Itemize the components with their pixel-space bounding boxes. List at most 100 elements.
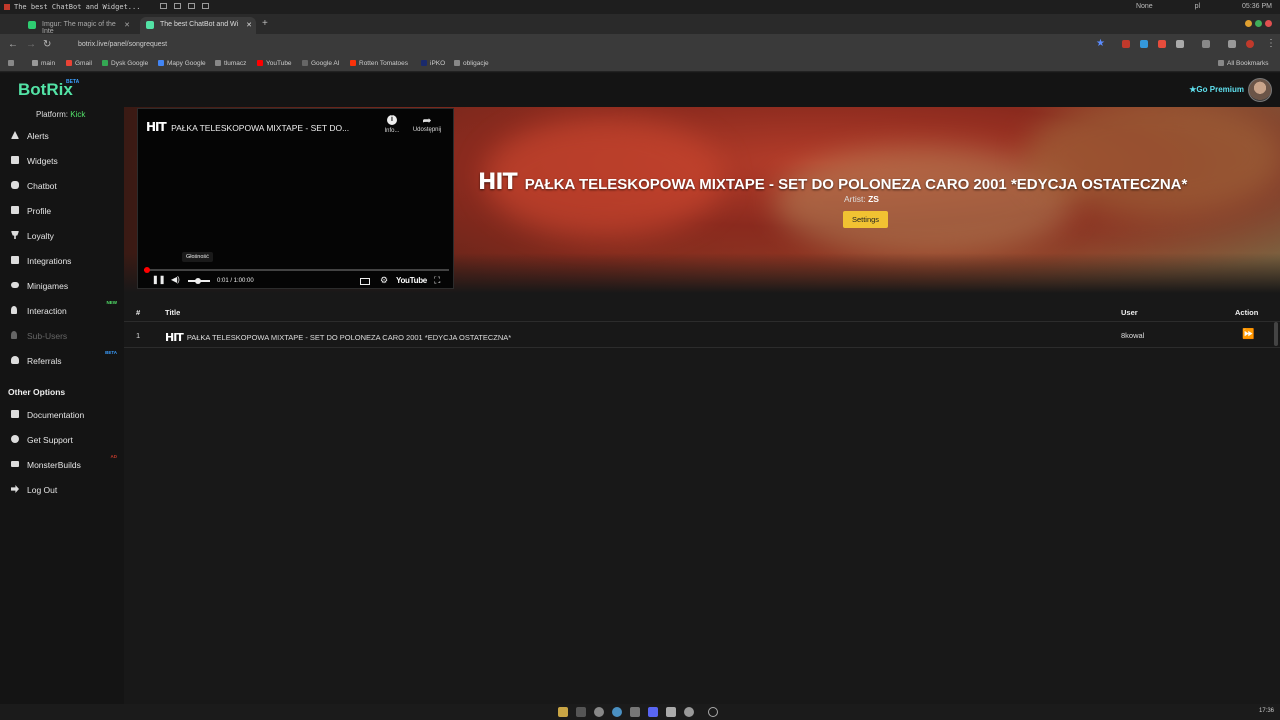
all-bookmarks[interactable]: All Bookmarks — [1218, 60, 1269, 67]
window-title: The best ChatBot and Widget... — [4, 3, 140, 11]
youtube-logo[interactable]: YouTube — [396, 276, 427, 285]
header-user: User — [1121, 308, 1138, 317]
apps-grid-icon[interactable] — [8, 60, 17, 67]
close-window-icon[interactable] — [1265, 20, 1272, 27]
new-tab-icon[interactable]: + — [262, 18, 268, 29]
table-row[interactable]: 1 HIT PAŁKA TELESKOPOWA MIXTAPE - SET DO … — [124, 322, 1280, 348]
translate-extension-icon[interactable] — [1140, 40, 1148, 48]
close-tab-icon[interactable]: ✕ — [246, 21, 252, 29]
tab-botrix[interactable]: The best ChatBot and Wi ✕ — [140, 17, 256, 34]
volume-icon[interactable]: ◀) — [171, 275, 180, 284]
player-info-button[interactable]: i Info... — [382, 115, 402, 134]
close-tab-icon[interactable]: ✕ — [124, 21, 130, 29]
extensions-puzzle-icon[interactable] — [1176, 40, 1184, 48]
sidebar-item-label: Get Support — [27, 435, 73, 445]
skip-forward-icon[interactable]: ⏩ — [1242, 329, 1254, 340]
bookmark-main[interactable]: main — [32, 60, 55, 67]
back-icon[interactable]: ← — [8, 39, 18, 50]
sidebar: Platform: Kick Alerts Widgets Chatbot Pr… — [0, 107, 124, 704]
browser-tab-strip: Imgur: The magic of the Inte ✕ The best … — [0, 14, 1280, 35]
steam-icon[interactable] — [630, 707, 640, 717]
bookmark-rotten-tomatoes[interactable]: Rotten Tomatoes — [350, 60, 408, 67]
fullscreen-icon[interactable]: ⛶ — [434, 275, 440, 286]
sidebar-item-sub-users[interactable]: Sub-Users — [11, 329, 121, 343]
bookmark-ipko[interactable]: iPKO — [421, 60, 445, 67]
volume-knob[interactable] — [194, 278, 201, 284]
profile-extension-icon[interactable] — [1228, 40, 1236, 48]
tab-imgur[interactable]: Imgur: The magic of the Inte ✕ — [22, 17, 134, 35]
sidebar-item-integrations[interactable]: Integrations — [11, 254, 121, 268]
header-title: Title — [165, 308, 181, 317]
minimize-icon[interactable] — [1245, 20, 1252, 27]
botrix-logo[interactable]: BotRix — [18, 80, 73, 100]
os-tray-icons — [160, 3, 216, 11]
bookmark-dysk-google[interactable]: Dysk Google — [102, 60, 148, 67]
header-num: # — [136, 308, 141, 317]
sidebar-item-chatbot[interactable]: Chatbot — [11, 179, 121, 193]
go-premium-link[interactable]: ★Go Premium — [1189, 85, 1244, 94]
artist-line: Artist: ZS — [844, 194, 879, 204]
bookmark-gmail[interactable]: Gmail — [66, 60, 92, 67]
reload-icon[interactable]: ↻ — [43, 39, 51, 50]
sidebar-item-label: Minigames — [27, 281, 69, 291]
info-icon: i — [387, 115, 397, 125]
url-bar[interactable]: botrix.live/panel/songrequest — [64, 38, 1084, 52]
obs-icon[interactable] — [684, 707, 694, 717]
logout-icon — [11, 485, 19, 493]
user-avatar[interactable] — [1248, 78, 1272, 102]
row-title: HIT PAŁKA TELESKOPOWA MIXTAPE - SET DO PO… — [165, 331, 511, 344]
player-share-button[interactable]: ➦ Udostępnij — [408, 115, 446, 133]
terminal-icon[interactable] — [576, 707, 586, 717]
sidepanel-icon[interactable] — [1202, 40, 1210, 48]
sidebar-item-interaction[interactable]: Interaction NEW — [11, 300, 121, 318]
scrollbar[interactable] — [1274, 322, 1278, 346]
sidebar-item-log-out[interactable]: Log Out — [11, 483, 121, 497]
video-player[interactable]: HIT PAŁKA TELESKOPOWA MIXTAPE - SET DO..… — [137, 108, 454, 289]
settings-gear-icon[interactable]: ⚙ — [380, 275, 388, 286]
chrome-icon[interactable] — [612, 707, 622, 717]
bookmark-mapy-google[interactable]: Mapy Google — [158, 60, 206, 67]
sidebar-item-documentation[interactable]: Documentation — [11, 408, 121, 422]
sidebar-item-referrals[interactable]: Referrals BETA — [11, 350, 121, 368]
bookmark-obligacje[interactable]: obligacje — [454, 60, 489, 67]
sidebar-item-minigames[interactable]: Minigames — [11, 279, 121, 293]
maximize-icon[interactable] — [1255, 20, 1262, 27]
bookmark-tlumacz[interactable]: tlumacz — [215, 60, 246, 67]
settings-button[interactable]: Settings — [843, 211, 888, 228]
subtitles-icon[interactable] — [360, 278, 370, 285]
sidebar-item-alerts[interactable]: Alerts — [11, 129, 121, 143]
sidebar-item-loyalty[interactable]: Loyalty — [11, 229, 121, 243]
bookmark-google-ai[interactable]: Google AI — [302, 60, 340, 67]
laptop-icon — [11, 461, 19, 467]
extension-icon[interactable] — [1158, 40, 1166, 48]
artist-label: Artist: — [844, 194, 866, 204]
app-header: BotRix BETA ★Go Premium — [0, 73, 1280, 107]
sidebar-item-monsterbuilds[interactable]: MonsterBuilds AD — [11, 454, 121, 472]
spotify-icon[interactable] — [594, 707, 604, 717]
file-manager-icon[interactable] — [558, 707, 568, 717]
sidebar-item-label: Documentation — [27, 410, 85, 420]
app-launcher-icon[interactable] — [708, 707, 718, 717]
sidebar-item-profile[interactable]: Profile — [11, 204, 121, 218]
info-label: Info... — [384, 128, 400, 134]
browser-menu-icon[interactable]: ⋮ — [1266, 38, 1276, 49]
sidebar-item-widgets[interactable]: Widgets — [11, 154, 121, 168]
volume-slider[interactable] — [188, 278, 210, 284]
bookmark-youtube[interactable]: YouTube — [257, 60, 292, 67]
sidebar-item-get-support[interactable]: Get Support — [11, 433, 121, 447]
forward-icon[interactable]: → — [26, 39, 36, 50]
bookmark-star-icon[interactable]: ★ — [1096, 38, 1105, 49]
id-card-icon — [11, 206, 19, 214]
player-progress-bar[interactable] — [144, 267, 449, 273]
player-controls: ❚❚ ◀) 0:01 / 1:00:00 ⚙ YouTube ⛶ — [138, 273, 455, 289]
profile-avatar-icon[interactable] — [1246, 40, 1254, 48]
player-title[interactable]: HIT PAŁKA TELESKOPOWA MIXTAPE - SET DO..… — [146, 120, 349, 134]
sidebar-item-label: Alerts — [27, 131, 49, 141]
sidebar-item-label: Interaction — [27, 306, 67, 316]
app-icon[interactable] — [666, 707, 676, 717]
share-icon: ➦ — [422, 115, 432, 127]
discord-icon[interactable] — [648, 707, 658, 717]
pause-icon[interactable]: ❚❚ — [152, 275, 165, 284]
header-action: Action — [1235, 308, 1259, 317]
extension-icon[interactable] — [1122, 40, 1130, 48]
